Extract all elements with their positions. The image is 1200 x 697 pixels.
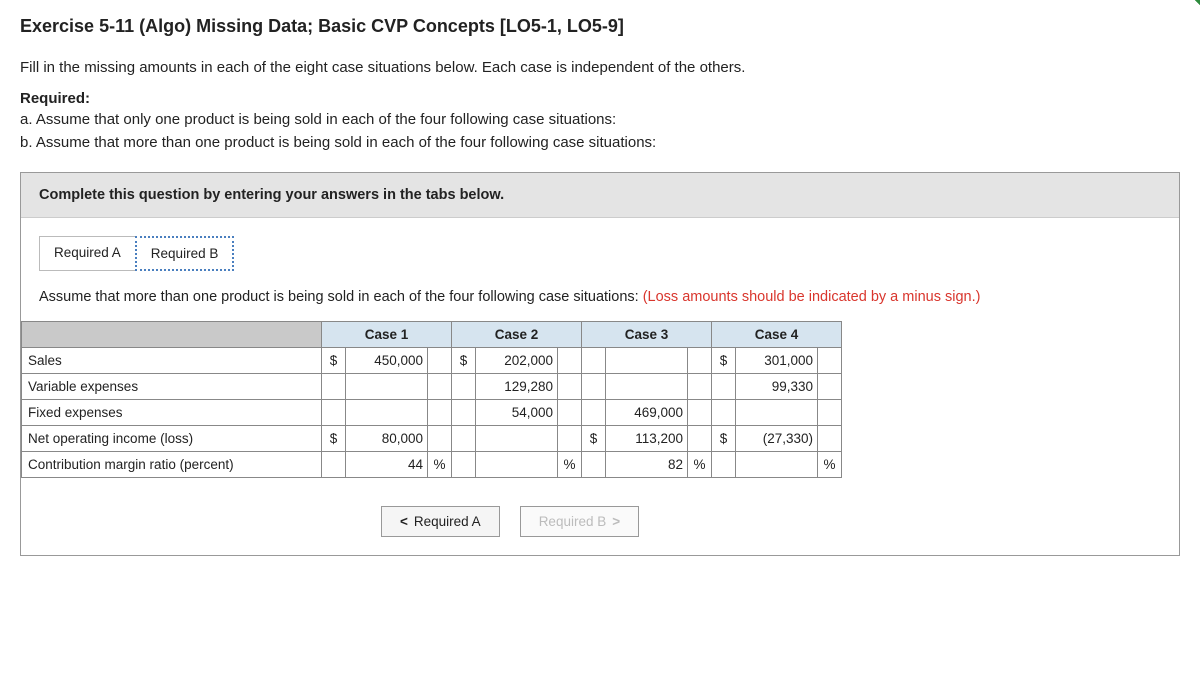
input-cmr-c1[interactable]: 44 <box>346 452 428 478</box>
nav-row: < Required A Required B > <box>381 492 1179 555</box>
header-blank <box>22 322 322 348</box>
unit-blank <box>558 400 582 426</box>
currency-symbol <box>452 374 476 400</box>
page-title: Exercise 5-11 (Algo) Missing Data; Basic… <box>20 16 1180 37</box>
tab-required-a[interactable]: Required A <box>39 236 135 271</box>
input-varexp-c2[interactable]: 129,280 <box>476 374 558 400</box>
header-case-3: Case 3 <box>582 322 712 348</box>
input-varexp-c1[interactable] <box>346 374 428 400</box>
unit-blank <box>818 400 842 426</box>
chevron-right-icon: > <box>612 514 620 529</box>
answer-panel: Complete this question by entering your … <box>20 172 1180 556</box>
loss-note: (Loss amounts should be indicated by a m… <box>643 289 981 305</box>
tab-required-b[interactable]: Required B <box>135 236 235 271</box>
unit-blank <box>428 374 452 400</box>
input-varexp-c3[interactable] <box>606 374 688 400</box>
unit-blank <box>428 348 452 374</box>
required-b-text: b. Assume that more than one product is … <box>20 132 1180 155</box>
unit-blank <box>558 374 582 400</box>
input-cmr-c3[interactable]: 82 <box>606 452 688 478</box>
currency-symbol <box>322 452 346 478</box>
input-noi-c1[interactable]: 80,000 <box>346 426 428 452</box>
unit-blank <box>428 400 452 426</box>
currency-symbol: $ <box>712 426 736 452</box>
table-row: Fixed expenses 54,000 469,000 <box>22 400 842 426</box>
input-cmr-c2[interactable] <box>476 452 558 478</box>
input-sales-c3[interactable] <box>606 348 688 374</box>
unit-blank <box>688 374 712 400</box>
assume-text: Assume that more than one product is bei… <box>21 271 1179 321</box>
table-row: Variable expenses 129,280 99,330 <box>22 374 842 400</box>
next-required-b-button[interactable]: Required B > <box>520 506 639 537</box>
header-case-2: Case 2 <box>452 322 582 348</box>
table-row: Contribution margin ratio (percent) 44 %… <box>22 452 842 478</box>
table-row: Sales $ 450,000 $ 202,000 $ 301,000 <box>22 348 842 374</box>
currency-symbol <box>712 400 736 426</box>
unit-blank <box>558 348 582 374</box>
currency-symbol <box>322 400 346 426</box>
currency-symbol: $ <box>322 348 346 374</box>
unit-blank <box>818 426 842 452</box>
unit-blank <box>818 374 842 400</box>
assume-text-main: Assume that more than one product is bei… <box>39 289 643 305</box>
currency-symbol <box>712 374 736 400</box>
instruction-bar: Complete this question by entering your … <box>21 173 1179 218</box>
table-row: Net operating income (loss) $ 80,000 $ 1… <box>22 426 842 452</box>
chevron-left-icon: < <box>400 514 408 529</box>
input-fixed-c2[interactable]: 54,000 <box>476 400 558 426</box>
header-case-1: Case 1 <box>322 322 452 348</box>
input-sales-c2[interactable]: 202,000 <box>476 348 558 374</box>
input-sales-c1[interactable]: 450,000 <box>346 348 428 374</box>
currency-symbol <box>582 400 606 426</box>
currency-symbol <box>452 452 476 478</box>
unit-blank <box>818 348 842 374</box>
unit-blank <box>688 348 712 374</box>
percent-symbol: % <box>818 452 842 478</box>
unit-blank <box>688 400 712 426</box>
input-fixed-c1[interactable] <box>346 400 428 426</box>
next-label: Required B <box>539 514 607 529</box>
currency-symbol <box>582 452 606 478</box>
header-case-4: Case 4 <box>712 322 842 348</box>
currency-symbol: $ <box>452 348 476 374</box>
percent-symbol: % <box>688 452 712 478</box>
currency-symbol <box>582 348 606 374</box>
required-a-text: a. Assume that only one product is being… <box>20 109 1180 132</box>
input-fixed-c4[interactable] <box>736 400 818 426</box>
row-label-sales: Sales <box>22 348 322 374</box>
currency-symbol <box>452 400 476 426</box>
currency-symbol: $ <box>322 426 346 452</box>
currency-symbol <box>322 374 346 400</box>
data-table: Case 1 Case 2 Case 3 Case 4 Sales $ 450,… <box>21 321 842 478</box>
currency-symbol <box>452 426 476 452</box>
row-label-cmr: Contribution margin ratio (percent) <box>22 452 322 478</box>
required-heading: Required: <box>20 90 1180 107</box>
input-noi-c4[interactable]: (27,330) <box>736 426 818 452</box>
tabs-row: Required A Required B <box>21 218 1179 271</box>
currency-symbol <box>712 452 736 478</box>
intro-text: Fill in the missing amounts in each of t… <box>20 59 1180 76</box>
unit-blank <box>558 426 582 452</box>
input-noi-c2[interactable] <box>476 426 558 452</box>
input-fixed-c3[interactable]: 469,000 <box>606 400 688 426</box>
input-cmr-c4[interactable] <box>736 452 818 478</box>
input-sales-c4[interactable]: 301,000 <box>736 348 818 374</box>
prev-required-a-button[interactable]: < Required A <box>381 506 500 537</box>
currency-symbol <box>582 374 606 400</box>
input-varexp-c4[interactable]: 99,330 <box>736 374 818 400</box>
unit-blank <box>688 426 712 452</box>
row-label-noi: Net operating income (loss) <box>22 426 322 452</box>
currency-symbol: $ <box>712 348 736 374</box>
prev-label: Required A <box>414 514 481 529</box>
currency-symbol: $ <box>582 426 606 452</box>
percent-symbol: % <box>558 452 582 478</box>
row-label-fixed: Fixed expenses <box>22 400 322 426</box>
data-table-wrap: Case 1 Case 2 Case 3 Case 4 Sales $ 450,… <box>21 321 1179 492</box>
unit-blank <box>428 426 452 452</box>
percent-symbol: % <box>428 452 452 478</box>
row-label-varexp: Variable expenses <box>22 374 322 400</box>
input-noi-c3[interactable]: 113,200 <box>606 426 688 452</box>
